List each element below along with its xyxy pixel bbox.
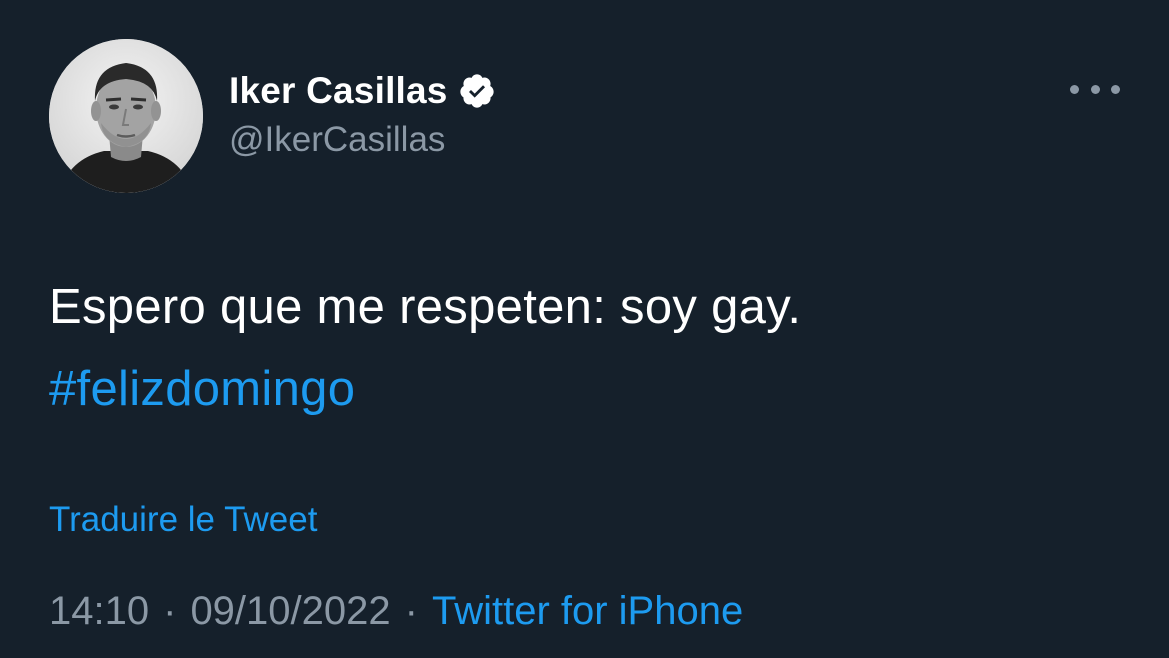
dot-icon: [1090, 84, 1100, 94]
meta-separator: ·: [163, 589, 177, 633]
translate-tweet-link[interactable]: Traduire le Tweet: [49, 500, 317, 540]
tweet-card: Iker Casillas @IkerCasillas Espero que m…: [0, 0, 1169, 658]
tweet-time[interactable]: 14:10: [49, 589, 149, 634]
tweet-date[interactable]: 09/10/2022: [190, 589, 390, 634]
author-name-row: Iker Casillas: [229, 66, 496, 116]
tweet-text: Espero que me respeten: soy gay.: [49, 280, 802, 334]
more-options-icon[interactable]: [1070, 76, 1120, 102]
dot-icon: [1111, 84, 1120, 94]
dot-icon: [1070, 84, 1079, 94]
author-handle[interactable]: @IkerCasillas: [229, 120, 445, 160]
hashtag-link[interactable]: #felizdomingo: [49, 348, 801, 430]
tweet-meta: 14:10 · 09/10/2022 · Twitter for iPhone: [49, 589, 743, 634]
verified-badge-icon: [458, 72, 496, 110]
avatar-photo-icon: [49, 39, 203, 193]
meta-separator: ·: [404, 589, 418, 633]
author-display-name[interactable]: Iker Casillas: [229, 70, 448, 112]
tweet-source-link[interactable]: Twitter for iPhone: [432, 589, 743, 634]
tweet-body: Espero que me respeten: soy gay. #felizd…: [49, 266, 801, 430]
avatar[interactable]: [49, 39, 203, 193]
